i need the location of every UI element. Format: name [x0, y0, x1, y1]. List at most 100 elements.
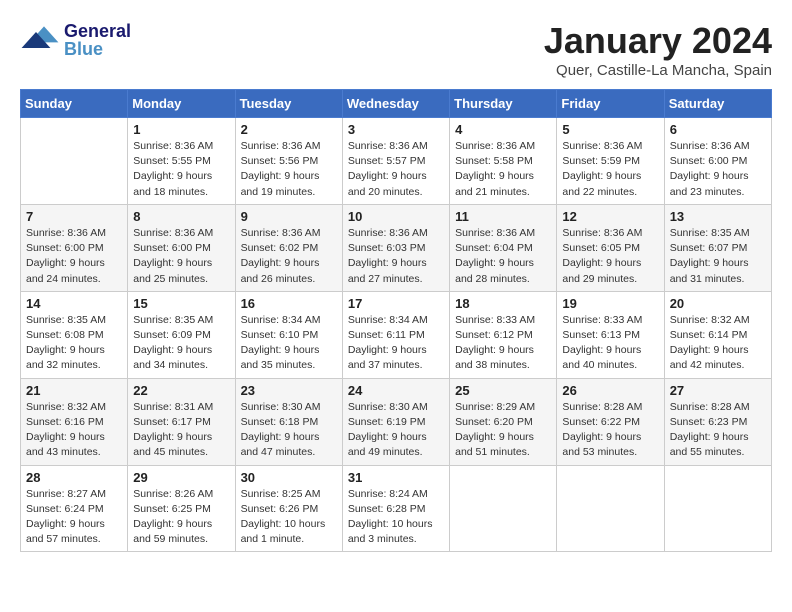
day-number: 28 — [26, 470, 122, 485]
calendar-cell: 7 Sunrise: 8:36 AMSunset: 6:00 PMDaylight… — [21, 204, 128, 291]
calendar-cell: 2 Sunrise: 8:36 AMSunset: 5:56 PMDaylight… — [235, 118, 342, 205]
day-detail: Sunrise: 8:33 AMSunset: 6:13 PMDaylight:… — [562, 313, 658, 374]
day-detail: Sunrise: 8:34 AMSunset: 6:10 PMDaylight:… — [241, 313, 337, 374]
logo-general-text: General — [64, 22, 131, 40]
day-number: 12 — [562, 209, 658, 224]
day-number: 2 — [241, 122, 337, 137]
page-header: General Blue January 2024 Quer, Castille… — [20, 20, 772, 79]
calendar-cell: 13Sunrise: 8:35 AMSunset: 6:07 PMDayligh… — [664, 204, 771, 291]
day-detail: Sunrise: 8:24 AMSunset: 6:28 PMDaylight:… — [348, 487, 444, 548]
day-detail: Sunrise: 8:36 AMSunset: 6:00 PMDaylight:… — [670, 139, 766, 200]
day-number: 11 — [455, 209, 551, 224]
calendar-cell: 15Sunrise: 8:35 AMSunset: 6:09 PMDayligh… — [128, 291, 235, 378]
calendar-week-row: 14Sunrise: 8:35 AMSunset: 6:08 PMDayligh… — [21, 291, 772, 378]
day-number: 21 — [26, 383, 122, 398]
calendar-cell: 8 Sunrise: 8:36 AMSunset: 6:00 PMDaylight… — [128, 204, 235, 291]
logo-icon — [20, 20, 60, 60]
weekday-header-row: SundayMondayTuesdayWednesdayThursdayFrid… — [21, 90, 772, 118]
day-detail: Sunrise: 8:30 AMSunset: 6:19 PMDaylight:… — [348, 400, 444, 461]
calendar-cell: 10Sunrise: 8:36 AMSunset: 6:03 PMDayligh… — [342, 204, 449, 291]
calendar-cell: 14Sunrise: 8:35 AMSunset: 6:08 PMDayligh… — [21, 291, 128, 378]
weekday-header: Wednesday — [342, 90, 449, 118]
calendar-week-row: 21 Sunrise: 8:32 AMSunset: 6:16 PMDayligh… — [21, 378, 772, 465]
day-number: 16 — [241, 296, 337, 311]
day-detail: Sunrise: 8:35 AMSunset: 6:07 PMDaylight:… — [670, 226, 766, 287]
day-number: 9 — [241, 209, 337, 224]
day-number: 6 — [670, 122, 766, 137]
calendar-cell: 19 Sunrise: 8:33 AMSunset: 6:13 PMDayligh… — [557, 291, 664, 378]
calendar-cell: 24 Sunrise: 8:30 AMSunset: 6:19 PMDayligh… — [342, 378, 449, 465]
day-number: 17 — [348, 296, 444, 311]
day-detail: Sunrise: 8:28 AMSunset: 6:23 PMDaylight:… — [670, 400, 766, 461]
calendar-cell: 17 Sunrise: 8:34 AMSunset: 6:11 PMDayligh… — [342, 291, 449, 378]
day-detail: Sunrise: 8:36 AMSunset: 6:00 PMDaylight:… — [133, 226, 229, 287]
calendar-cell: 18 Sunrise: 8:33 AMSunset: 6:12 PMDayligh… — [450, 291, 557, 378]
title-block: January 2024 Quer, Castille-La Mancha, S… — [544, 20, 772, 79]
calendar-cell: 30Sunrise: 8:25 AMSunset: 6:26 PMDayligh… — [235, 465, 342, 552]
day-detail: Sunrise: 8:27 AMSunset: 6:24 PMDaylight:… — [26, 487, 122, 548]
day-detail: Sunrise: 8:35 AMSunset: 6:09 PMDaylight:… — [133, 313, 229, 374]
day-detail: Sunrise: 8:36 AMSunset: 5:57 PMDaylight:… — [348, 139, 444, 200]
day-number: 22 — [133, 383, 229, 398]
day-detail: Sunrise: 8:30 AMSunset: 6:18 PMDaylight:… — [241, 400, 337, 461]
day-number: 23 — [241, 383, 337, 398]
day-detail: Sunrise: 8:28 AMSunset: 6:22 PMDaylight:… — [562, 400, 658, 461]
day-number: 24 — [348, 383, 444, 398]
calendar-cell: 26Sunrise: 8:28 AMSunset: 6:22 PMDayligh… — [557, 378, 664, 465]
day-number: 29 — [133, 470, 229, 485]
calendar-cell: 28 Sunrise: 8:27 AMSunset: 6:24 PMDayligh… — [21, 465, 128, 552]
calendar-cell: 25Sunrise: 8:29 AMSunset: 6:20 PMDayligh… — [450, 378, 557, 465]
day-number: 20 — [670, 296, 766, 311]
day-detail: Sunrise: 8:36 AMSunset: 5:58 PMDaylight:… — [455, 139, 551, 200]
day-detail: Sunrise: 8:34 AMSunset: 6:11 PMDaylight:… — [348, 313, 444, 374]
day-number: 3 — [348, 122, 444, 137]
day-number: 31 — [348, 470, 444, 485]
day-number: 30 — [241, 470, 337, 485]
weekday-header: Sunday — [21, 90, 128, 118]
day-detail: Sunrise: 8:36 AMSunset: 6:00 PMDaylight:… — [26, 226, 122, 287]
day-detail: Sunrise: 8:35 AMSunset: 6:08 PMDaylight:… — [26, 313, 122, 374]
logo-blue-text: Blue — [64, 40, 131, 58]
day-detail: Sunrise: 8:36 AMSunset: 5:59 PMDaylight:… — [562, 139, 658, 200]
calendar-cell: 11Sunrise: 8:36 AMSunset: 6:04 PMDayligh… — [450, 204, 557, 291]
calendar-cell: 27Sunrise: 8:28 AMSunset: 6:23 PMDayligh… — [664, 378, 771, 465]
calendar-cell: 4 Sunrise: 8:36 AMSunset: 5:58 PMDaylight… — [450, 118, 557, 205]
calendar-cell: 5 Sunrise: 8:36 AMSunset: 5:59 PMDaylight… — [557, 118, 664, 205]
weekday-header: Monday — [128, 90, 235, 118]
day-detail: Sunrise: 8:36 AMSunset: 6:02 PMDaylight:… — [241, 226, 337, 287]
calendar-week-row: 7 Sunrise: 8:36 AMSunset: 6:00 PMDaylight… — [21, 204, 772, 291]
calendar-cell: 12Sunrise: 8:36 AMSunset: 6:05 PMDayligh… — [557, 204, 664, 291]
day-detail: Sunrise: 8:31 AMSunset: 6:17 PMDaylight:… — [133, 400, 229, 461]
day-detail: Sunrise: 8:36 AMSunset: 5:56 PMDaylight:… — [241, 139, 337, 200]
calendar-cell: 3 Sunrise: 8:36 AMSunset: 5:57 PMDaylight… — [342, 118, 449, 205]
day-number: 19 — [562, 296, 658, 311]
calendar-cell: 1 Sunrise: 8:36 AMSunset: 5:55 PMDaylight… — [128, 118, 235, 205]
calendar-cell: 22 Sunrise: 8:31 AMSunset: 6:17 PMDayligh… — [128, 378, 235, 465]
day-detail: Sunrise: 8:36 AMSunset: 5:55 PMDaylight:… — [133, 139, 229, 200]
weekday-header: Tuesday — [235, 90, 342, 118]
calendar-cell: 23 Sunrise: 8:30 AMSunset: 6:18 PMDayligh… — [235, 378, 342, 465]
day-number: 4 — [455, 122, 551, 137]
calendar-cell: 29 Sunrise: 8:26 AMSunset: 6:25 PMDayligh… — [128, 465, 235, 552]
calendar-cell — [664, 465, 771, 552]
day-number: 10 — [348, 209, 444, 224]
calendar-cell: 20Sunrise: 8:32 AMSunset: 6:14 PMDayligh… — [664, 291, 771, 378]
calendar-cell — [557, 465, 664, 552]
day-number: 5 — [562, 122, 658, 137]
calendar-week-row: 28 Sunrise: 8:27 AMSunset: 6:24 PMDayligh… — [21, 465, 772, 552]
day-detail: Sunrise: 8:32 AMSunset: 6:16 PMDaylight:… — [26, 400, 122, 461]
calendar-cell: 6 Sunrise: 8:36 AMSunset: 6:00 PMDaylight… — [664, 118, 771, 205]
day-detail: Sunrise: 8:26 AMSunset: 6:25 PMDaylight:… — [133, 487, 229, 548]
calendar-cell: 16 Sunrise: 8:34 AMSunset: 6:10 PMDayligh… — [235, 291, 342, 378]
day-number: 8 — [133, 209, 229, 224]
month-title: January 2024 — [544, 20, 772, 62]
calendar-cell: 21 Sunrise: 8:32 AMSunset: 6:16 PMDayligh… — [21, 378, 128, 465]
day-number: 7 — [26, 209, 122, 224]
day-number: 18 — [455, 296, 551, 311]
day-number: 1 — [133, 122, 229, 137]
weekday-header: Thursday — [450, 90, 557, 118]
weekday-header: Friday — [557, 90, 664, 118]
calendar-cell — [450, 465, 557, 552]
day-detail: Sunrise: 8:33 AMSunset: 6:12 PMDaylight:… — [455, 313, 551, 374]
calendar-cell: 9 Sunrise: 8:36 AMSunset: 6:02 PMDaylight… — [235, 204, 342, 291]
